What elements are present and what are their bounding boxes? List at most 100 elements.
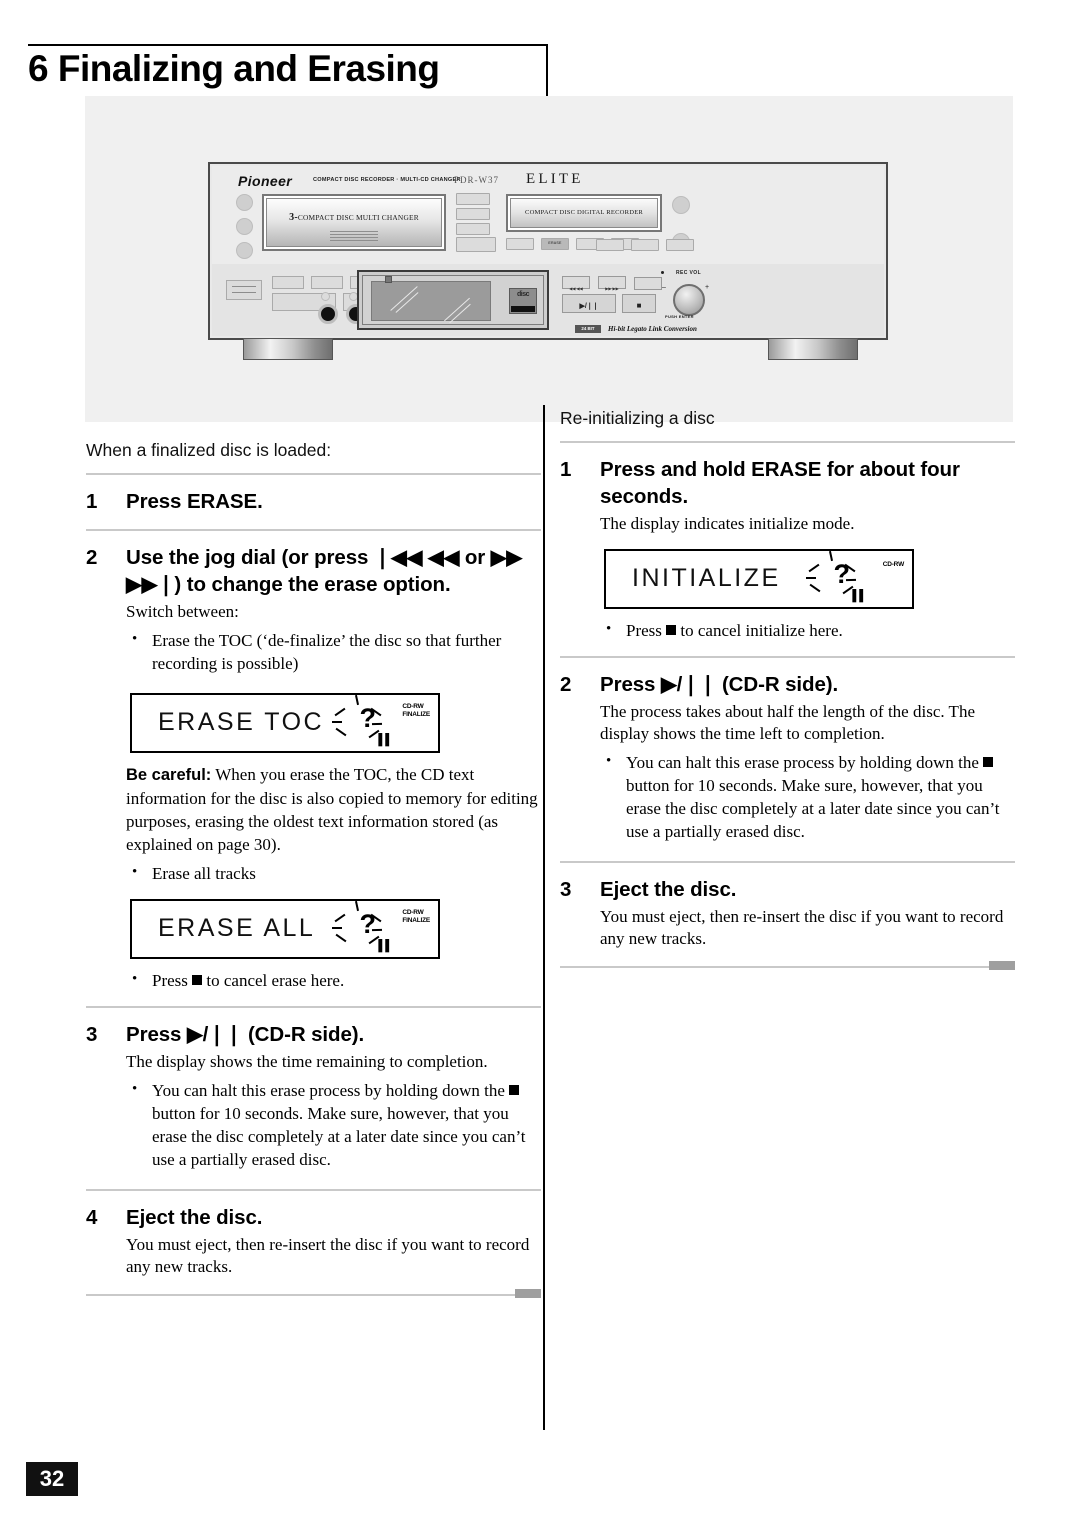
recorder-button[interactable] [596,239,624,251]
rec-vol-knob[interactable] [673,284,705,316]
left-knob-column [236,194,253,266]
headphone-jack-icon[interactable] [318,304,338,324]
jack-hole-icon [321,292,330,301]
right-column: Re-initializing a disc 1 Press and hold … [560,408,1015,970]
rec-vol-minus-label: – [662,284,666,291]
device-illustration-panel: Pioneer COMPACT DISC RECORDER · MULTI-CD… [85,96,1013,422]
step-number: 2 [560,673,572,696]
recorder-tray-label: COMPACT DISC DIGITAL RECORDER [524,209,644,216]
recorder-tray-surface: COMPACT DISC DIGITAL RECORDER [510,198,658,228]
play-pause-button[interactable]: ▶/❘❘ [562,294,616,313]
bit-badge: 24 BIT [575,325,601,333]
changer-button[interactable] [456,193,490,205]
right-knob-column [672,196,690,270]
lcd-text: ERASE TOC [158,708,325,736]
end-rule-cap [989,961,1015,970]
lcd-question-symbol: ? [359,909,377,939]
lcd-cdrw-finalize-indicator: CD-RW FINALIZE [402,703,430,718]
stop-square-icon [509,1085,520,1095]
cd-recorder-tray[interactable]: COMPACT DISC DIGITAL RECORDER [506,194,662,232]
changer-tray-label: 3-COMPACT DISC MULTI CHANGER [267,212,441,223]
device-model-number: PDR-W37 [454,175,499,185]
device-chassis: Pioneer COMPACT DISC RECORDER · MULTI-CD… [208,162,888,340]
lcd-bar-indicator: ▌▌ [852,590,867,602]
stop-label: ■ [636,301,642,310]
disc-logo-bar [511,306,535,312]
pioneer-logo: Pioneer [238,173,293,189]
knob-icon[interactable] [236,218,253,235]
extra-transport-button[interactable] [634,277,662,290]
cancel-pre-text: Press [626,621,667,640]
step-title: Press and hold ERASE for about four seco… [600,458,960,508]
knob-icon[interactable] [672,196,690,214]
rec-vol-label: REC VOL [676,270,702,276]
changer-button[interactable] [456,223,490,235]
stop-square-icon [666,625,677,635]
knob-icon[interactable] [236,242,253,259]
transport-skip-buttons[interactable]: ◀◀ ◀◀ ▶▶ ▶▶ [562,276,666,295]
rec-indicator-icon [661,271,664,274]
changer-open-close-button[interactable] [456,237,496,252]
step-subtext: The display indicates initialize mode. [600,514,855,533]
lcd-bar-indicator: ▌▌ [378,940,393,952]
recorder-button[interactable] [631,239,659,251]
page-title: 6 Finalizing and Erasing [28,48,440,89]
rec-vol-plus-label: + [705,284,710,291]
recorder-button-row-right[interactable] [596,238,697,256]
stop-square-icon [192,975,203,985]
list-item: Press to cancel erase here. [126,968,541,992]
halt-post-text: button for 10 seconds. Make sure, howeve… [626,776,1000,841]
next-track-button[interactable]: ▶▶ ▶▶ [598,276,626,291]
step-subtext: The process takes about half the length … [600,702,975,743]
lcd-text: INITIALIZE [632,564,781,592]
device-foot-left-icon [243,338,333,360]
lcd-display-erase-toc: ERASE TOC ? ▌▌ CD-RW FINALIZE [130,693,440,753]
rule [86,1189,541,1191]
recorder-button[interactable] [506,238,534,250]
changer-button[interactable] [456,208,490,220]
halt-process-list: You can halt this erase process by holdi… [600,750,1015,843]
recorder-button[interactable] [666,239,694,251]
changer-tray-prefix: 3- [289,212,298,223]
rule [560,861,1015,863]
device-subtitle: COMPACT DISC RECORDER · MULTI-CD CHANGER [313,177,461,183]
tray-vent-lines-icon [330,231,378,243]
right-step-2: 2 Press ▶/❘❘ (CD-R side). The process ta… [560,671,1015,847]
disc-logo-text: disc [516,291,530,298]
step-body: Press and hold ERASE for about four seco… [600,456,1015,535]
step-title: Press ▶/❘❘ (CD-R side). [600,673,839,696]
step-subtext: The display shows the time remaining to … [126,1052,488,1071]
changer-tray-surface: 3-COMPACT DISC MULTI CHANGER [266,198,442,247]
step-body: Press ▶/❘❘ (CD-R side). The process take… [600,671,1015,847]
step-subtext: Switch between: [126,602,239,621]
step-title: Eject the disc. [126,1206,263,1229]
step-number: 1 [86,490,98,513]
right-lead-text: Re-initializing a disc [560,408,715,428]
list-item: Press to cancel initialize here. [600,618,1015,642]
lcd-cdrw-indicator: CD-RW [882,561,904,568]
lower-button[interactable] [272,276,304,289]
step-body: Press ERASE. [126,488,541,515]
list-item: Erase the TOC (‘de-finalize’ the disc so… [126,628,541,675]
lcd-display-erase-all: ERASE ALL ? ▌▌ CD-RW FINALIZE [130,899,440,959]
cancel-post-text: to cancel erase here. [202,971,345,990]
knob-icon[interactable] [236,194,253,211]
lower-button[interactable] [311,276,343,289]
screen-glare-icon [390,286,418,311]
stop-button[interactable]: ■ [622,294,656,313]
previous-track-button[interactable]: ◀◀ ◀◀ [562,276,590,291]
step-title: Press ERASE. [126,490,263,513]
changer-control-buttons[interactable] [456,193,490,238]
multi-cd-changer-tray[interactable]: 3-COMPACT DISC MULTI CHANGER [262,194,446,251]
step-title: Eject the disc. [600,878,737,901]
cancel-post-text: to cancel initialize here. [676,621,843,640]
step-number: 4 [86,1206,98,1229]
step-title: Use the jog dial (or press ❘◀◀ ◀◀ or ▶▶ … [126,546,523,596]
list-item: Erase all tracks [126,861,541,885]
erase-button[interactable]: ERASE [541,238,569,250]
step-number: 2 [86,546,98,569]
rule [560,656,1015,658]
right-step-1: 1 Press and hold ERASE for about four se… [560,456,1015,535]
halt-pre-text: You can halt this erase process by holdi… [152,1081,510,1100]
erase-button-label: ERASE [548,241,562,245]
